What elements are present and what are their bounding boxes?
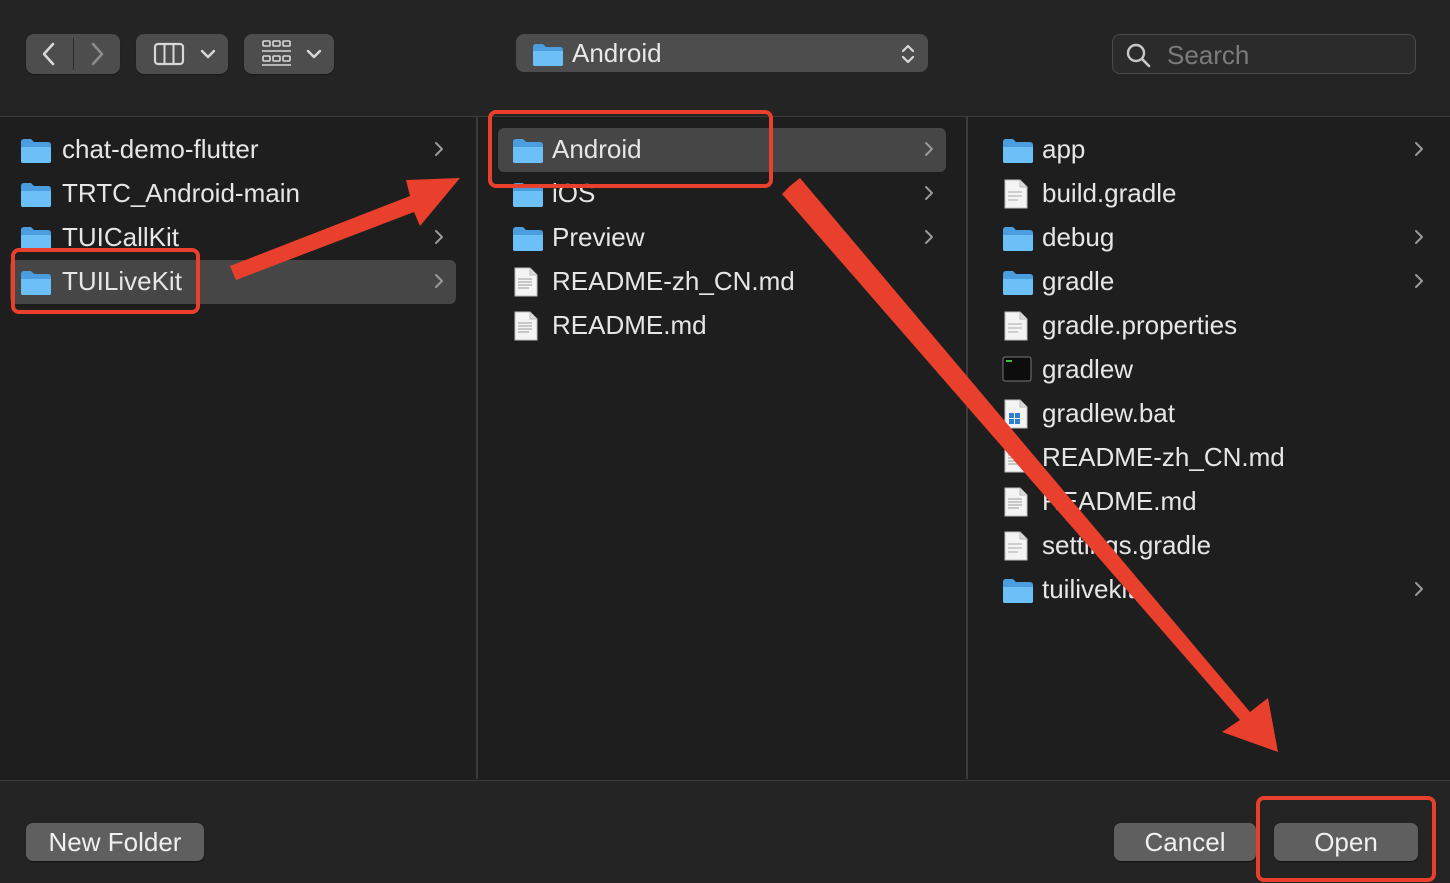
- annotation-arrows: [230, 178, 1278, 752]
- arrow-to-open: [782, 178, 1278, 752]
- arrow-to-android: [230, 178, 460, 280]
